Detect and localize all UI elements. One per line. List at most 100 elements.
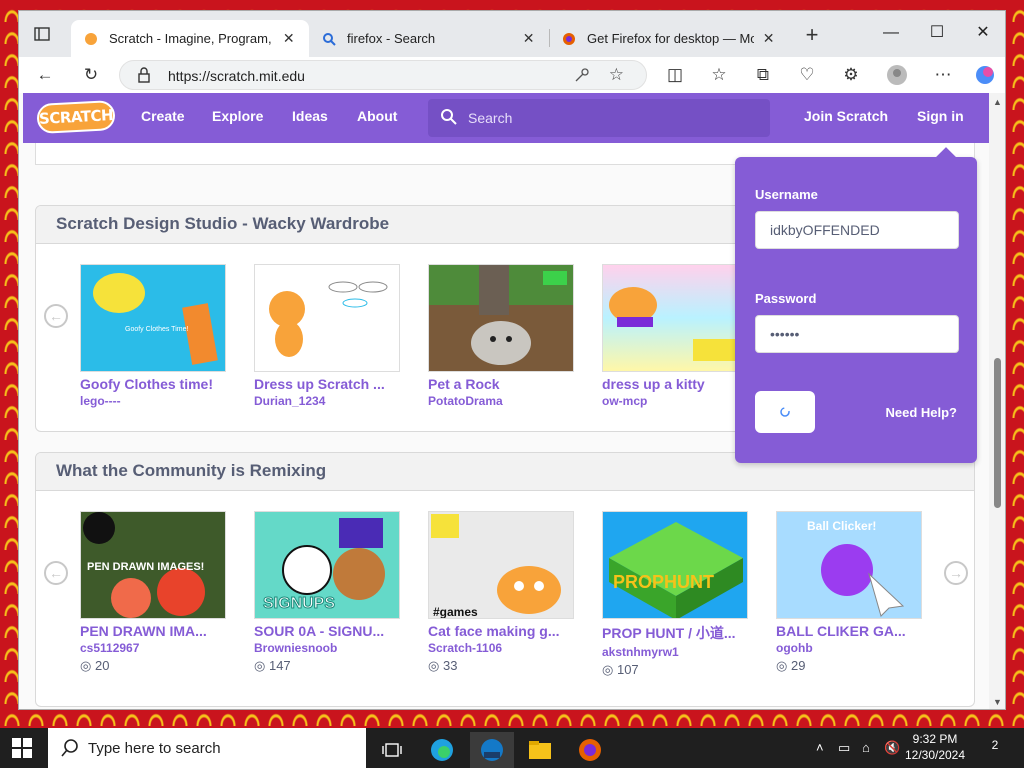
arrow-right-icon[interactable]: →	[944, 561, 968, 585]
windows-start-icon[interactable]	[12, 738, 32, 763]
project-title[interactable]: Dress up Scratch ...	[254, 376, 402, 392]
project-thumbnail[interactable]: PROPHUNT	[602, 511, 748, 619]
favorite-star-icon[interactable]: ☆	[609, 65, 624, 85]
project-author[interactable]: PotatoDrama	[428, 394, 576, 408]
project-title[interactable]: BALL CLIKER GA...	[776, 623, 924, 639]
taskbar-clock[interactable]: 9:32 PM 12/30/2024	[900, 731, 970, 763]
join-scratch-link[interactable]: Join Scratch	[804, 108, 888, 124]
more-menu-icon[interactable]: ⋯	[929, 61, 957, 89]
page-scrollbar[interactable]: ▲ ▼	[989, 93, 1005, 709]
project-card[interactable]: PROPHUNT PROP HUNT / 小道... akstnhmyrw1 ◎…	[602, 511, 750, 678]
tab-search[interactable]: firefox - Search ✕	[309, 20, 549, 57]
tab-actions-icon[interactable]	[29, 23, 55, 45]
arrow-left-icon[interactable]: ←	[44, 304, 68, 328]
task-view-icon[interactable]	[370, 732, 414, 768]
browser-essentials-icon[interactable]: ♡	[793, 61, 821, 89]
scratch-logo[interactable]: SCRATCH	[36, 99, 116, 135]
password-field[interactable]: ••••••	[755, 315, 959, 353]
firefox-icon[interactable]	[568, 732, 612, 768]
search-input[interactable]: Search	[428, 99, 770, 137]
favorites-icon[interactable]: ☆	[705, 61, 733, 89]
project-thumbnail[interactable]: SIGNUPS	[254, 511, 400, 619]
edge-icon[interactable]	[420, 732, 464, 768]
nav-create[interactable]: Create	[141, 108, 185, 124]
project-card[interactable]: #games Cat face making g... Scratch-1106…	[428, 511, 576, 674]
sign-in-link[interactable]: Sign in	[917, 108, 964, 124]
scrollbar-thumb[interactable]	[994, 358, 1001, 508]
project-thumbnail[interactable]	[428, 264, 574, 372]
close-window-button[interactable]: ✕	[961, 19, 1005, 47]
project-loves: ◎ 107	[602, 662, 750, 678]
project-author[interactable]: Browniesnoob	[254, 641, 402, 655]
volume-muted-icon[interactable]: 🔇	[884, 740, 900, 756]
project-author[interactable]: akstnhmyrw1	[602, 645, 750, 659]
firefox-icon	[561, 31, 577, 47]
need-help-link[interactable]: Need Help?	[885, 405, 957, 420]
loves-count: 20	[94, 658, 110, 673]
close-icon[interactable]: ✕	[520, 30, 537, 47]
project-title[interactable]: PEN DRAWN IMA...	[80, 623, 228, 639]
address-bar[interactable]: https://scratch.mit.edu ☆	[119, 60, 647, 90]
project-card[interactable]: Goofy Clothes Time! Goofy Clothes time! …	[80, 264, 228, 408]
project-thumbnail[interactable]: #games	[428, 511, 574, 619]
project-title[interactable]: Cat face making g...	[428, 623, 576, 639]
project-thumbnail[interactable]: Goofy Clothes Time!	[80, 264, 226, 372]
project-author[interactable]: ow-mcp	[602, 394, 750, 408]
project-card[interactable]: Dress up Scratch ... Durian_1234	[254, 264, 402, 408]
project-title[interactable]: Goofy Clothes time!	[80, 376, 228, 392]
notification-center-icon[interactable]: 2	[984, 738, 1006, 758]
project-card[interactable]: Ball Clicker! BALL CLIKER GA... ogohb ◎ …	[776, 511, 924, 674]
project-author[interactable]: ogohb	[776, 641, 924, 655]
taskbar-search-input[interactable]: Type here to search	[48, 728, 366, 768]
nav-about[interactable]: About	[357, 108, 397, 124]
meet-now-icon[interactable]: ▭	[838, 740, 850, 756]
project-title[interactable]: PROP HUNT / 小道...	[602, 623, 750, 643]
new-tab-button[interactable]: +	[799, 23, 825, 49]
browser-toolbar: ← ↻ https://scratch.mit.edu ☆ ◫ ☆ ⧉ ♡ ⚙ …	[19, 57, 1005, 93]
edge-beta-icon[interactable]	[470, 732, 514, 768]
project-thumbnail[interactable]	[254, 264, 400, 372]
remix-icon: ◎	[428, 658, 440, 673]
project-thumbnail[interactable]: PEN DRAWN IMAGES!	[80, 511, 226, 619]
scroll-up-icon[interactable]: ▲	[993, 97, 1002, 107]
project-author[interactable]: Durian_1234	[254, 394, 402, 408]
nav-ideas[interactable]: Ideas	[292, 108, 328, 124]
profile-avatar[interactable]	[883, 61, 911, 89]
project-card[interactable]: SIGNUPS SOUR 0A - SIGNU... Browniesnoob …	[254, 511, 402, 674]
chevron-up-icon[interactable]: ˄	[816, 740, 824, 755]
project-thumbnail[interactable]: Ball Clicker!	[776, 511, 922, 619]
extensions-icon[interactable]: ⚙	[837, 61, 865, 89]
project-title[interactable]: dress up a kitty	[602, 376, 750, 392]
split-screen-icon[interactable]: ◫	[661, 61, 689, 89]
minimize-button[interactable]: —	[869, 19, 913, 47]
scroll-down-icon[interactable]: ▼	[993, 697, 1002, 707]
project-card[interactable]: Pet a Rock PotatoDrama	[428, 264, 576, 408]
tab-title: Scratch - Imagine, Program, Share	[109, 31, 274, 46]
username-field[interactable]: idkbyOFFENDED	[755, 211, 959, 249]
tab-title: firefox - Search	[347, 31, 436, 46]
search-icon	[321, 31, 337, 47]
key-icon[interactable]	[574, 67, 590, 88]
project-title[interactable]: Pet a Rock	[428, 376, 576, 392]
sign-in-submit-button[interactable]	[755, 391, 815, 433]
maximize-button[interactable]: ☐	[915, 19, 959, 47]
back-button[interactable]: ←	[31, 61, 59, 89]
project-author[interactable]: Scratch-1106	[428, 641, 576, 655]
close-icon[interactable]: ✕	[760, 30, 777, 47]
copilot-icon[interactable]	[971, 61, 999, 89]
tab-scratch[interactable]: Scratch - Imagine, Program, Share ✕	[71, 20, 309, 57]
nav-explore[interactable]: Explore	[212, 108, 263, 124]
collections-icon[interactable]: ⧉	[749, 61, 777, 89]
tab-firefox[interactable]: Get Firefox for desktop — Mozilla ✕	[549, 20, 789, 57]
arrow-left-icon[interactable]: ←	[44, 561, 68, 585]
refresh-button[interactable]: ↻	[77, 61, 105, 89]
close-icon[interactable]: ✕	[280, 30, 297, 47]
file-explorer-icon[interactable]	[518, 732, 562, 768]
project-thumbnail[interactable]	[602, 264, 748, 372]
project-card[interactable]: dress up a kitty ow-mcp	[602, 264, 750, 408]
project-card[interactable]: PEN DRAWN IMAGES! PEN DRAWN IMA... cs511…	[80, 511, 228, 674]
network-icon[interactable]: ⌂	[862, 740, 870, 755]
project-title[interactable]: SOUR 0A - SIGNU...	[254, 623, 402, 639]
project-author[interactable]: cs5112967	[80, 641, 228, 655]
project-author[interactable]: lego----	[80, 394, 228, 408]
